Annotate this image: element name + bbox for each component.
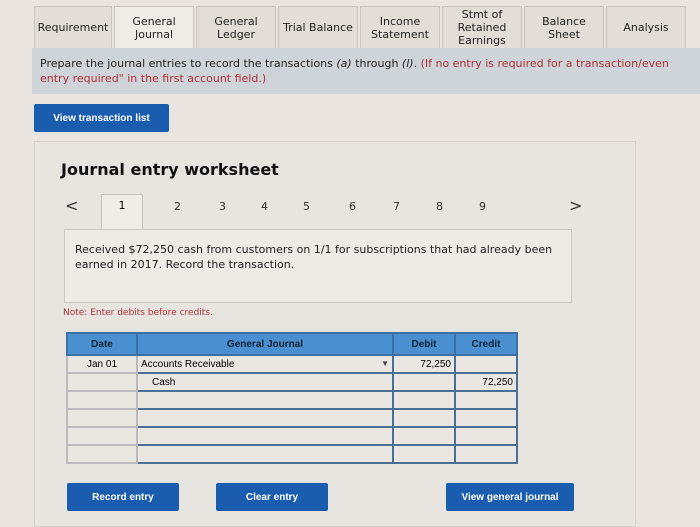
instructions-l: (l) <box>401 57 414 70</box>
page-9-tab[interactable]: 9 <box>479 200 486 213</box>
page-5-tab[interactable]: 5 <box>303 200 310 213</box>
tab-balance-sheet[interactable]: Balance Sheet <box>524 6 604 48</box>
tab-bar: Requirement General Journal General Ledg… <box>34 6 694 48</box>
entry-pagination: < 1 2 3 4 5 6 7 8 9 > <box>35 194 635 229</box>
date-cell <box>66 444 138 464</box>
debit-input[interactable] <box>392 372 456 392</box>
header-credit: Credit <box>454 332 518 356</box>
tab-analysis[interactable]: Analysis <box>606 6 686 48</box>
page-8-tab[interactable]: 8 <box>436 200 443 213</box>
header-debit: Debit <box>392 332 456 356</box>
transaction-description: Received $72,250 cash from customers on … <box>75 243 553 271</box>
account-select[interactable] <box>136 408 394 428</box>
debit-input[interactable] <box>392 444 456 464</box>
date-cell: Jan 01 <box>66 354 138 374</box>
next-entry-icon[interactable]: > <box>569 196 582 215</box>
credit-input[interactable] <box>454 354 518 374</box>
date-cell <box>66 372 138 392</box>
dropdown-arrow-icon[interactable]: ▼ <box>381 359 389 368</box>
table-row <box>66 408 518 428</box>
header-general-journal: General Journal <box>136 332 394 356</box>
header-date: Date <box>66 332 138 356</box>
credit-input[interactable] <box>454 390 518 410</box>
tab-stmt-retained-earnings[interactable]: Stmt of Retained Earnings <box>442 6 522 48</box>
transaction-description-box: Received $72,250 cash from customers on … <box>64 229 572 303</box>
record-entry-button[interactable]: Record entry <box>67 483 179 511</box>
table-row <box>66 444 518 464</box>
page-3-tab[interactable]: 3 <box>219 200 226 213</box>
debit-input[interactable] <box>392 390 456 410</box>
page-4-tab[interactable]: 4 <box>261 200 268 213</box>
account-select[interactable] <box>136 444 394 464</box>
credit-input[interactable] <box>454 426 518 446</box>
credit-input[interactable] <box>454 444 518 464</box>
instructions-through: through <box>351 57 402 70</box>
instructions-main: Prepare the journal entries to record th… <box>40 57 337 70</box>
tab-general-journal[interactable]: General Journal <box>114 6 194 48</box>
table-row <box>66 390 518 410</box>
journal-header-row: Date General Journal Debit Credit <box>66 332 518 356</box>
date-cell <box>66 390 138 410</box>
tab-requirement[interactable]: Requirement <box>34 6 112 48</box>
date-cell <box>66 426 138 446</box>
instructions-note-2: entry required" in the first account fie… <box>40 72 267 85</box>
page-7-tab[interactable]: 7 <box>393 200 400 213</box>
credit-input[interactable]: 72,250 <box>454 372 518 392</box>
instructions-a: (a) <box>336 57 352 70</box>
date-cell <box>66 408 138 428</box>
account-select[interactable] <box>136 426 394 446</box>
table-row: Jan 01 Accounts Receivable ▼ 72,250 <box>66 354 518 374</box>
view-transaction-list-button[interactable]: View transaction list <box>34 104 169 132</box>
table-row: Cash 72,250 <box>66 372 518 392</box>
debit-input[interactable] <box>392 408 456 428</box>
table-row <box>66 426 518 446</box>
clear-entry-button[interactable]: Clear entry <box>216 483 328 511</box>
debit-input[interactable]: 72,250 <box>392 354 456 374</box>
page-2-tab[interactable]: 2 <box>174 200 181 213</box>
debit-input[interactable] <box>392 426 456 446</box>
prev-entry-icon[interactable]: < <box>65 196 78 215</box>
instructions-period: . <box>413 57 421 70</box>
credit-input[interactable] <box>454 408 518 428</box>
account-select[interactable] <box>136 390 394 410</box>
journal-entry-worksheet: Journal entry worksheet < 1 2 3 4 5 6 7 … <box>34 141 636 527</box>
worksheet-title: Journal entry worksheet <box>61 160 279 179</box>
instructions-box: Prepare the journal entries to record th… <box>32 48 700 94</box>
tab-income-statement[interactable]: Income Statement <box>360 6 440 48</box>
page-6-tab[interactable]: 6 <box>349 200 356 213</box>
account-value: Accounts Receivable <box>141 358 235 370</box>
account-select[interactable]: Accounts Receivable ▼ <box>136 354 394 374</box>
instructions-note-1: (If no entry is required for a transacti… <box>420 57 669 70</box>
journal-table: Date General Journal Debit Credit Jan 01… <box>66 332 518 464</box>
page-1-tab[interactable]: 1 <box>101 194 143 229</box>
tab-general-ledger[interactable]: General Ledger <box>196 6 276 48</box>
tab-trial-balance[interactable]: Trial Balance <box>278 6 358 48</box>
instructions-text: Prepare the journal entries to record th… <box>40 56 700 86</box>
debits-note: Note: Enter debits before credits. <box>63 308 213 318</box>
view-general-journal-button[interactable]: View general journal <box>446 483 574 511</box>
account-select[interactable]: Cash <box>136 372 394 392</box>
